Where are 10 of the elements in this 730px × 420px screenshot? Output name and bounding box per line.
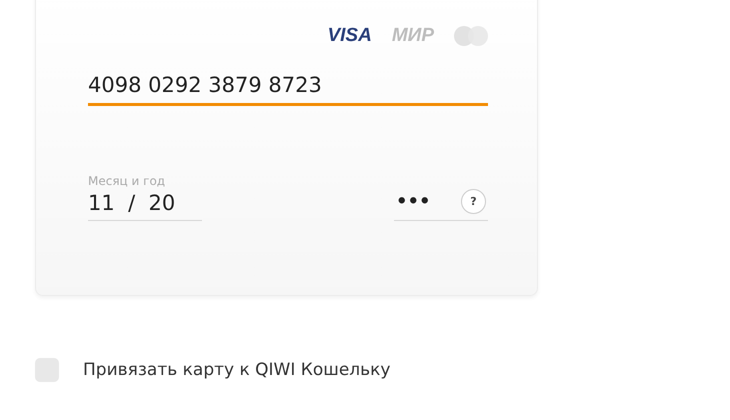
help-button[interactable]: ? [461, 189, 486, 214]
cvv-value: ••• [395, 191, 431, 212]
card-brand-logo: МИР [392, 25, 434, 47]
cvv-field[interactable]: ••• ? [394, 183, 488, 221]
expiry-value: 11 / 20 [88, 190, 176, 217]
expiry-label: Месяц и год [88, 174, 166, 188]
expiry-field[interactable]: Месяц и год 11 / 20 [88, 174, 202, 221]
card-number-field[interactable]: 4098 0292 3879 8723 [88, 73, 488, 106]
checkbox-label: Привязать карту к QIWI Кошельку [83, 360, 390, 380]
card-brand-logo: VISA [327, 25, 372, 47]
